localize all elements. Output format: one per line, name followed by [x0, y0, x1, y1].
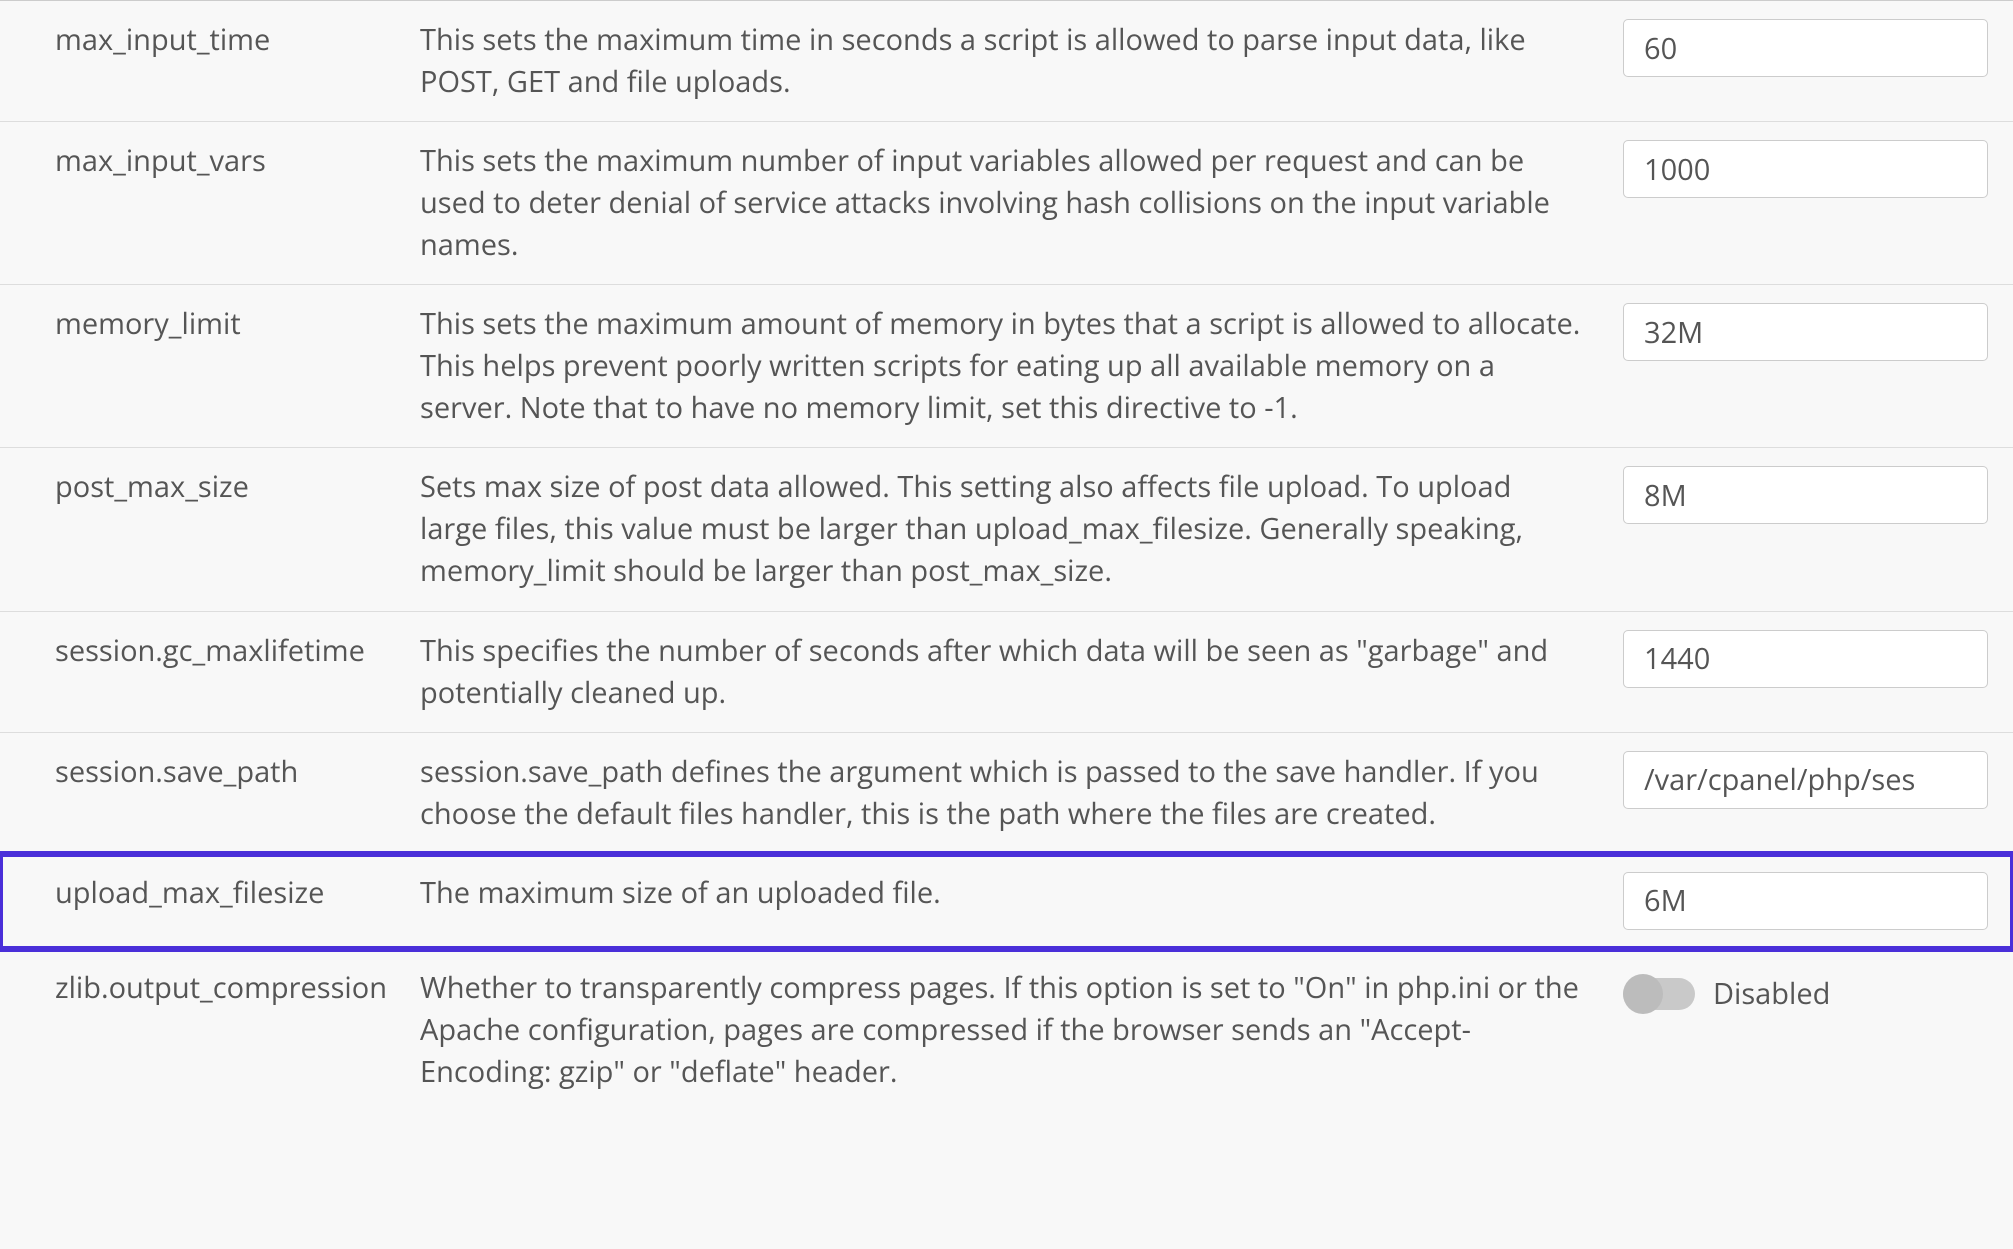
toggle-label: Disabled: [1713, 973, 1830, 1015]
upload-max-filesize-input[interactable]: [1623, 872, 1988, 930]
setting-description: Whether to transparently compress pages.…: [420, 967, 1623, 1093]
setting-name: zlib.output_compression: [0, 967, 420, 1009]
setting-value-cell: [1623, 303, 2013, 361]
setting-value-cell: [1623, 872, 2013, 930]
setting-name: upload_max_filesize: [0, 872, 420, 914]
setting-description: This sets the maximum time in seconds a …: [420, 19, 1623, 103]
post-max-size-input[interactable]: [1623, 466, 1988, 524]
setting-name: max_input_time: [0, 19, 420, 61]
memory-limit-input[interactable]: [1623, 303, 1988, 361]
setting-value-cell: [1623, 19, 2013, 77]
setting-value-cell: [1623, 466, 2013, 524]
setting-row-max-input-time: max_input_time This sets the maximum tim…: [0, 1, 2013, 122]
max-input-time-input[interactable]: [1623, 19, 1988, 77]
setting-description: This sets the maximum number of input va…: [420, 140, 1623, 266]
session-gc-maxlifetime-input[interactable]: [1623, 630, 1988, 688]
setting-value-cell: Disabled: [1623, 967, 2013, 1015]
setting-name: memory_limit: [0, 303, 420, 345]
setting-row-session-gc-maxlifetime: session.gc_maxlifetime This specifies th…: [0, 612, 2013, 733]
setting-description: session.save_path defines the argument w…: [420, 751, 1623, 835]
setting-value-cell: [1623, 140, 2013, 198]
setting-name: session.gc_maxlifetime: [0, 630, 420, 672]
setting-value-cell: [1623, 751, 2013, 809]
setting-description: This specifies the number of seconds aft…: [420, 630, 1623, 714]
setting-value-cell: [1623, 630, 2013, 688]
setting-row-session-save-path: session.save_path session.save_path defi…: [0, 733, 2013, 854]
setting-name: post_max_size: [0, 466, 420, 508]
toggle-knob: [1623, 974, 1663, 1014]
setting-name: session.save_path: [0, 751, 420, 793]
setting-row-memory-limit: memory_limit This sets the maximum amoun…: [0, 285, 2013, 448]
setting-description: Sets max size of post data allowed. This…: [420, 466, 1623, 592]
php-settings-table: max_input_time This sets the maximum tim…: [0, 0, 2013, 1111]
zlib-output-compression-toggle[interactable]: [1623, 978, 1695, 1010]
setting-row-zlib-output-compression: zlib.output_compression Whether to trans…: [0, 949, 2013, 1111]
session-save-path-input[interactable]: [1623, 751, 1988, 809]
setting-row-upload-max-filesize: upload_max_filesize The maximum size of …: [0, 854, 2013, 949]
setting-row-max-input-vars: max_input_vars This sets the maximum num…: [0, 122, 2013, 285]
setting-row-post-max-size: post_max_size Sets max size of post data…: [0, 448, 2013, 611]
setting-description: This sets the maximum amount of memory i…: [420, 303, 1623, 429]
setting-name: max_input_vars: [0, 140, 420, 182]
setting-description: The maximum size of an uploaded file.: [420, 872, 1623, 914]
max-input-vars-input[interactable]: [1623, 140, 1988, 198]
